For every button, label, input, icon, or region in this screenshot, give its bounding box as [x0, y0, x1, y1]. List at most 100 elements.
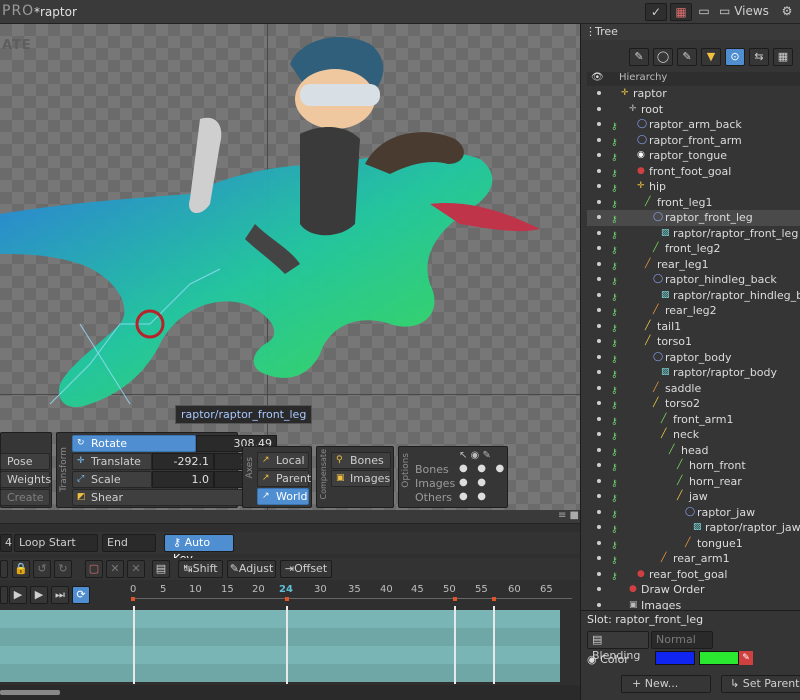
- visibility-dot-icon[interactable]: [597, 323, 601, 328]
- axes-world-button[interactable]: ↗ World: [257, 488, 309, 505]
- auto-key-button[interactable]: ⚷ Auto Key: [164, 534, 234, 565]
- shift-button[interactable]: ↹Shift: [178, 560, 223, 578]
- compensate-bones-button[interactable]: ⚲ Bones: [331, 452, 391, 469]
- timeline-track[interactable]: [0, 664, 560, 682]
- timeline-track[interactable]: [0, 610, 560, 628]
- visibility-dot-icon[interactable]: [597, 106, 601, 111]
- tree-item[interactable]: ⚷ ╱ tongue1: [587, 536, 800, 552]
- tree-item[interactable]: ⚷ ╱ torso1: [587, 334, 800, 350]
- visibility-dot-icon[interactable]: [597, 401, 601, 405]
- copy-key-icon[interactable]: ✕: [127, 560, 145, 578]
- tree-item[interactable]: ⚷ ◯ raptor_jaw: [587, 505, 800, 521]
- tree-item[interactable]: ⚷ ╱ horn_front: [587, 458, 800, 474]
- tree-item[interactable]: ● Draw Order: [587, 582, 800, 598]
- panel-menu-icon[interactable]: ≡ ■: [558, 510, 579, 521]
- tree-item[interactable]: ⚷ ╱ rear_leg2: [587, 303, 800, 319]
- visibility-dot-icon[interactable]: [597, 215, 601, 219]
- pin-icon[interactable]: ✓: [645, 3, 667, 21]
- visibility-dot-icon[interactable]: [597, 540, 601, 545]
- end-field[interactable]: End: [102, 534, 156, 552]
- tree-item[interactable]: ⚷ ✛ hip: [587, 179, 800, 195]
- play-icon[interactable]: ▶: [9, 586, 27, 604]
- translate-tool-button[interactable]: ✛ Translate: [72, 453, 152, 470]
- visibility-dot-icon[interactable]: [597, 277, 601, 281]
- paste-key-icon[interactable]: ▤: [152, 560, 170, 578]
- dark-color-swatch[interactable]: [699, 651, 739, 665]
- tree-item[interactable]: ✛ root: [587, 102, 800, 118]
- visibility-dot-icon[interactable]: [597, 261, 601, 266]
- scroll-thumb[interactable]: [0, 690, 60, 695]
- tree-item[interactable]: ⚷ ╱ jaw: [587, 489, 800, 505]
- pose-tool-button[interactable]: Pose: [0, 453, 50, 470]
- option-bones-toggles[interactable]: ● ● ●: [459, 463, 504, 474]
- visibility-dot-icon[interactable]: [597, 199, 601, 204]
- axes-parent-button[interactable]: ↗ Parent: [257, 470, 311, 487]
- tree-item[interactable]: ⚷ ◯ raptor_body: [587, 350, 800, 366]
- step-back-icon[interactable]: [0, 586, 8, 604]
- tree-item[interactable]: ⚷ ╱ rear_arm1: [587, 551, 800, 567]
- scale-tool-button[interactable]: ⤢ Scale: [72, 471, 152, 488]
- compensate-images-button[interactable]: ▣ Images: [331, 470, 391, 487]
- tree-tab[interactable]: ⋮ Tree: [581, 24, 800, 40]
- rotate-tool-button[interactable]: ↻ Rotate: [72, 435, 196, 452]
- timeline-ruler[interactable]: 0 5 10 15 20 24 30 35 40 45 50 55 60 65: [120, 584, 572, 606]
- create-tool-button[interactable]: Create: [0, 489, 50, 506]
- visibility-dot-icon[interactable]: [597, 509, 601, 514]
- color-swatch[interactable]: [655, 651, 695, 665]
- tree-item[interactable]: ⚷ ╱ neck: [587, 427, 800, 443]
- visibility-dot-icon[interactable]: [597, 168, 601, 173]
- tree-item[interactable]: ⚷ ◯ raptor_hindleg_back: [587, 272, 800, 288]
- visibility-dot-icon[interactable]: [597, 91, 601, 95]
- axes-local-button[interactable]: ↗ Local: [257, 452, 309, 469]
- tree-item[interactable]: ⚷ ◉ raptor_tongue: [587, 148, 800, 164]
- visibility-dot-icon[interactable]: [597, 478, 601, 483]
- visibility-dot-icon[interactable]: [597, 494, 601, 498]
- blending-select[interactable]: Normal: [651, 631, 713, 649]
- option-others-toggles[interactable]: ● ●: [459, 491, 486, 502]
- tree-item[interactable]: ⚷ ▨ raptor/raptor_front_leg: [587, 226, 800, 242]
- visibility-dot-icon[interactable]: [597, 292, 601, 297]
- tree-item[interactable]: ⚷ ╱ head: [587, 443, 800, 459]
- tree-item[interactable]: ⚷ ▨ raptor/raptor_jaw: [587, 520, 800, 536]
- filter-constraints-icon[interactable]: ▼: [701, 48, 721, 66]
- tree-item[interactable]: ⚷ ╱ front_leg2: [587, 241, 800, 257]
- visibility-dot-icon[interactable]: [597, 339, 601, 343]
- tree-item[interactable]: ⚷ ● front_foot_goal: [587, 164, 800, 180]
- skip-end-icon[interactable]: ⏭: [51, 586, 69, 604]
- weights-tool-button[interactable]: Weights: [0, 471, 51, 488]
- visibility-dot-icon[interactable]: [597, 416, 601, 421]
- undo-icon[interactable]: ↺: [33, 560, 51, 578]
- tree-item[interactable]: ⚷ ╱ front_leg1: [587, 195, 800, 211]
- tree-item[interactable]: ⚷ ▨ raptor/raptor_body: [587, 365, 800, 381]
- visibility-dot-icon[interactable]: [597, 587, 601, 591]
- loop-start-field[interactable]: Loop Start: [14, 534, 98, 552]
- adjust-button[interactable]: ✎Adjust: [227, 560, 276, 578]
- lock-icon[interactable]: 🔒: [12, 560, 30, 578]
- visibility-dot-icon[interactable]: [597, 137, 601, 142]
- step-forward-icon[interactable]: ▶: [30, 586, 48, 604]
- filter-sync-icon[interactable]: ⇆: [749, 48, 769, 66]
- views-menu[interactable]: ▭ Views: [716, 3, 772, 21]
- visibility-dot-icon[interactable]: [597, 230, 601, 235]
- visibility-dot-icon[interactable]: [597, 184, 601, 188]
- tree-item[interactable]: ⚷ ╱ torso2: [587, 396, 800, 412]
- tree-item[interactable]: ✛ raptor: [587, 86, 800, 102]
- new-attachment-button[interactable]: + New...: [621, 675, 711, 693]
- tree-item[interactable]: ⚷ ◯ raptor_front_arm: [587, 133, 800, 149]
- filter-attachments-icon[interactable]: ✎: [677, 48, 697, 66]
- visibility-dot-icon[interactable]: [597, 571, 601, 576]
- playhead[interactable]: [286, 606, 288, 684]
- visibility-dot-icon[interactable]: [597, 602, 601, 607]
- cut-key-icon[interactable]: ✕: [106, 560, 124, 578]
- visibility-dot-icon[interactable]: [597, 447, 601, 452]
- key-prev-icon[interactable]: [0, 560, 8, 578]
- delete-key-icon[interactable]: ▢: [85, 560, 103, 578]
- redo-icon[interactable]: ↻: [54, 560, 72, 578]
- visibility-dot-icon[interactable]: [597, 122, 601, 126]
- visibility-dot-icon[interactable]: [597, 153, 601, 157]
- visibility-dot-icon[interactable]: [597, 432, 601, 436]
- color-picker-icon[interactable]: ✎: [739, 651, 753, 665]
- visibility-dot-icon[interactable]: [597, 308, 601, 312]
- visibility-dot-icon[interactable]: [597, 385, 601, 390]
- tree-item[interactable]: ⚷▨raptor/raptor_hindleg_back: [587, 288, 800, 304]
